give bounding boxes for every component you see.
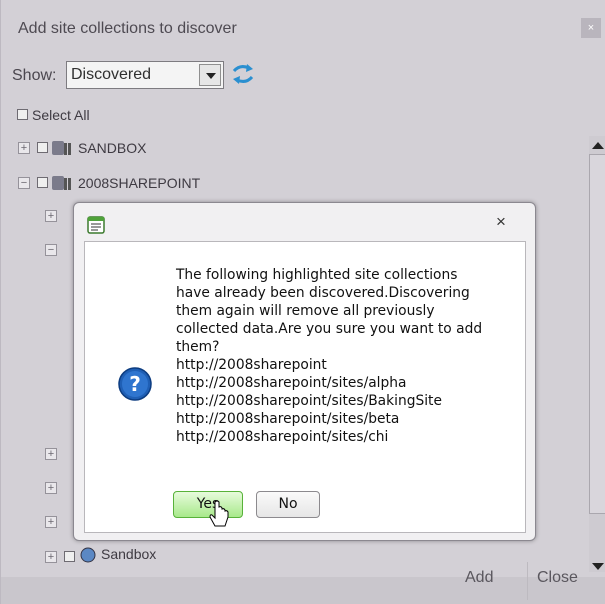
server-icon xyxy=(52,176,71,190)
2008sharepoint-checkbox[interactable] xyxy=(37,177,48,188)
panel-title: Add site collections to discover xyxy=(18,20,237,37)
scroll-down-icon[interactable] xyxy=(592,563,604,570)
site-url: http://2008sharepoint/sites/alpha xyxy=(176,375,407,391)
dialog-message: The following highlighted site collectio… xyxy=(176,266,516,446)
site-url: http://2008sharepoint/sites/chi xyxy=(176,429,389,445)
select-all-label: Select All xyxy=(32,107,90,123)
scroll-up-icon[interactable] xyxy=(592,142,604,149)
expand-sandbox-icon[interactable]: + xyxy=(18,142,30,154)
show-filter-value: Discovered xyxy=(71,66,152,83)
message-line: have already been discovered.Discovering xyxy=(176,285,470,301)
chevron-down-icon[interactable] xyxy=(199,64,221,86)
sandbox-checkbox[interactable] xyxy=(37,142,48,153)
footer-divider xyxy=(527,562,528,600)
expand-child-icon[interactable]: + xyxy=(45,448,57,460)
dialog-app-icon xyxy=(87,216,105,234)
select-all-checkbox[interactable] xyxy=(17,109,28,120)
site-url: http://2008sharepoint xyxy=(176,357,327,373)
message-line: collected data.Are you sure you want to … xyxy=(176,321,483,337)
collapse-child-icon[interactable]: − xyxy=(45,244,57,256)
expand-child-icon[interactable]: + xyxy=(45,482,57,494)
globe-icon xyxy=(80,547,96,563)
question-icon: ? xyxy=(118,367,152,401)
tree-item-label: 2008SHAREPOINT xyxy=(78,175,201,191)
svg-text:?: ? xyxy=(129,372,141,396)
message-line: them? xyxy=(176,339,220,355)
refresh-icon[interactable] xyxy=(230,62,256,86)
tree-scrollbar[interactable] xyxy=(589,136,605,572)
show-filter-select[interactable]: Discovered xyxy=(66,61,224,89)
expand-child-icon[interactable]: + xyxy=(45,516,57,528)
panel-close-button[interactable]: × xyxy=(581,18,601,38)
add-button[interactable]: Add xyxy=(465,569,493,587)
hand-cursor-icon xyxy=(209,500,229,527)
expand-sandbox-site-icon[interactable]: + xyxy=(45,551,57,563)
scrollbar-thumb[interactable] xyxy=(589,154,605,514)
sandbox-site-checkbox[interactable] xyxy=(64,551,75,562)
message-line: them again will remove all previously xyxy=(176,303,435,319)
title-bar: Add site collections to discover × xyxy=(1,0,605,56)
site-url: http://2008sharepoint/sites/BakingSite xyxy=(176,393,442,409)
dialog-close-button[interactable]: × xyxy=(496,212,506,232)
expand-child-icon[interactable]: + xyxy=(45,210,57,222)
server-icon xyxy=(52,141,71,155)
yes-button[interactable]: Yes xyxy=(173,491,243,518)
collapse-2008sharepoint-icon[interactable]: − xyxy=(18,177,30,189)
close-button[interactable]: Close xyxy=(537,569,578,587)
no-button[interactable]: No xyxy=(256,491,320,518)
show-label: Show: xyxy=(12,67,57,84)
footer-bar xyxy=(1,577,605,604)
message-line: The following highlighted site collectio… xyxy=(176,267,458,283)
tree-item-label: SANDBOX xyxy=(78,140,147,156)
site-url: http://2008sharepoint/sites/beta xyxy=(176,411,400,427)
tree-item-label: Sandbox xyxy=(101,546,157,562)
